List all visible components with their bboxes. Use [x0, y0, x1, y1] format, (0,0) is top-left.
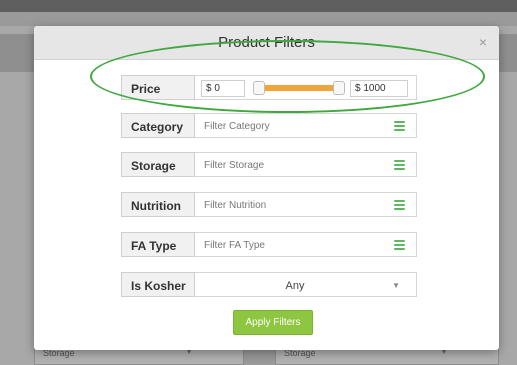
storage-filter-row: Storage Filter Storage	[121, 152, 417, 177]
menu-icon[interactable]	[394, 121, 405, 131]
menu-icon[interactable]	[394, 160, 405, 170]
price-slider-fill	[265, 85, 335, 91]
product-filters-modal: Product Filters × Price $ 0 $ 1000 Categ…	[34, 26, 499, 350]
nutrition-filter-row: Nutrition Filter Nutrition	[121, 192, 417, 217]
price-max-input[interactable]: $ 1000	[350, 80, 408, 97]
menu-icon[interactable]	[394, 240, 405, 250]
price-min-input[interactable]: $ 0	[201, 80, 245, 97]
background-topbar	[0, 0, 517, 12]
nutrition-label: Nutrition	[121, 192, 195, 217]
kosher-filter-row: Is Kosher Any ▼	[121, 272, 417, 297]
background-left-column	[0, 26, 34, 365]
price-filter-row: Price $ 0 $ 1000	[121, 75, 417, 100]
fa-type-filter-row: FA Type Filter FA Type	[121, 232, 417, 257]
price-slider[interactable]	[253, 80, 345, 96]
price-slider-min-handle[interactable]	[253, 81, 265, 95]
kosher-select[interactable]: Any ▼	[195, 272, 417, 297]
fa-type-label: FA Type	[121, 232, 195, 257]
category-filter-input[interactable]: Filter Category	[195, 113, 417, 138]
category-filter-row: Category Filter Category	[121, 113, 417, 138]
close-button[interactable]: ×	[479, 34, 487, 50]
apply-filters-button[interactable]: Apply Filters	[233, 310, 313, 335]
menu-icon[interactable]	[394, 200, 405, 210]
background-right-column	[499, 26, 517, 365]
kosher-label: Is Kosher	[121, 272, 195, 297]
storage-filter-input[interactable]: Filter Storage	[195, 152, 417, 177]
kosher-selected-value: Any	[285, 280, 305, 292]
category-label: Category	[121, 113, 195, 138]
chevron-down-icon: ▼	[392, 281, 400, 290]
price-label: Price	[121, 75, 195, 100]
fa-type-filter-input[interactable]: Filter FA Type	[195, 232, 417, 257]
price-slider-max-handle[interactable]	[333, 81, 345, 95]
modal-title: Product Filters	[218, 34, 315, 51]
modal-header: Product Filters ×	[34, 26, 499, 60]
nutrition-filter-input[interactable]: Filter Nutrition	[195, 192, 417, 217]
storage-label: Storage	[121, 152, 195, 177]
price-range-control: $ 0 $ 1000	[195, 75, 417, 100]
